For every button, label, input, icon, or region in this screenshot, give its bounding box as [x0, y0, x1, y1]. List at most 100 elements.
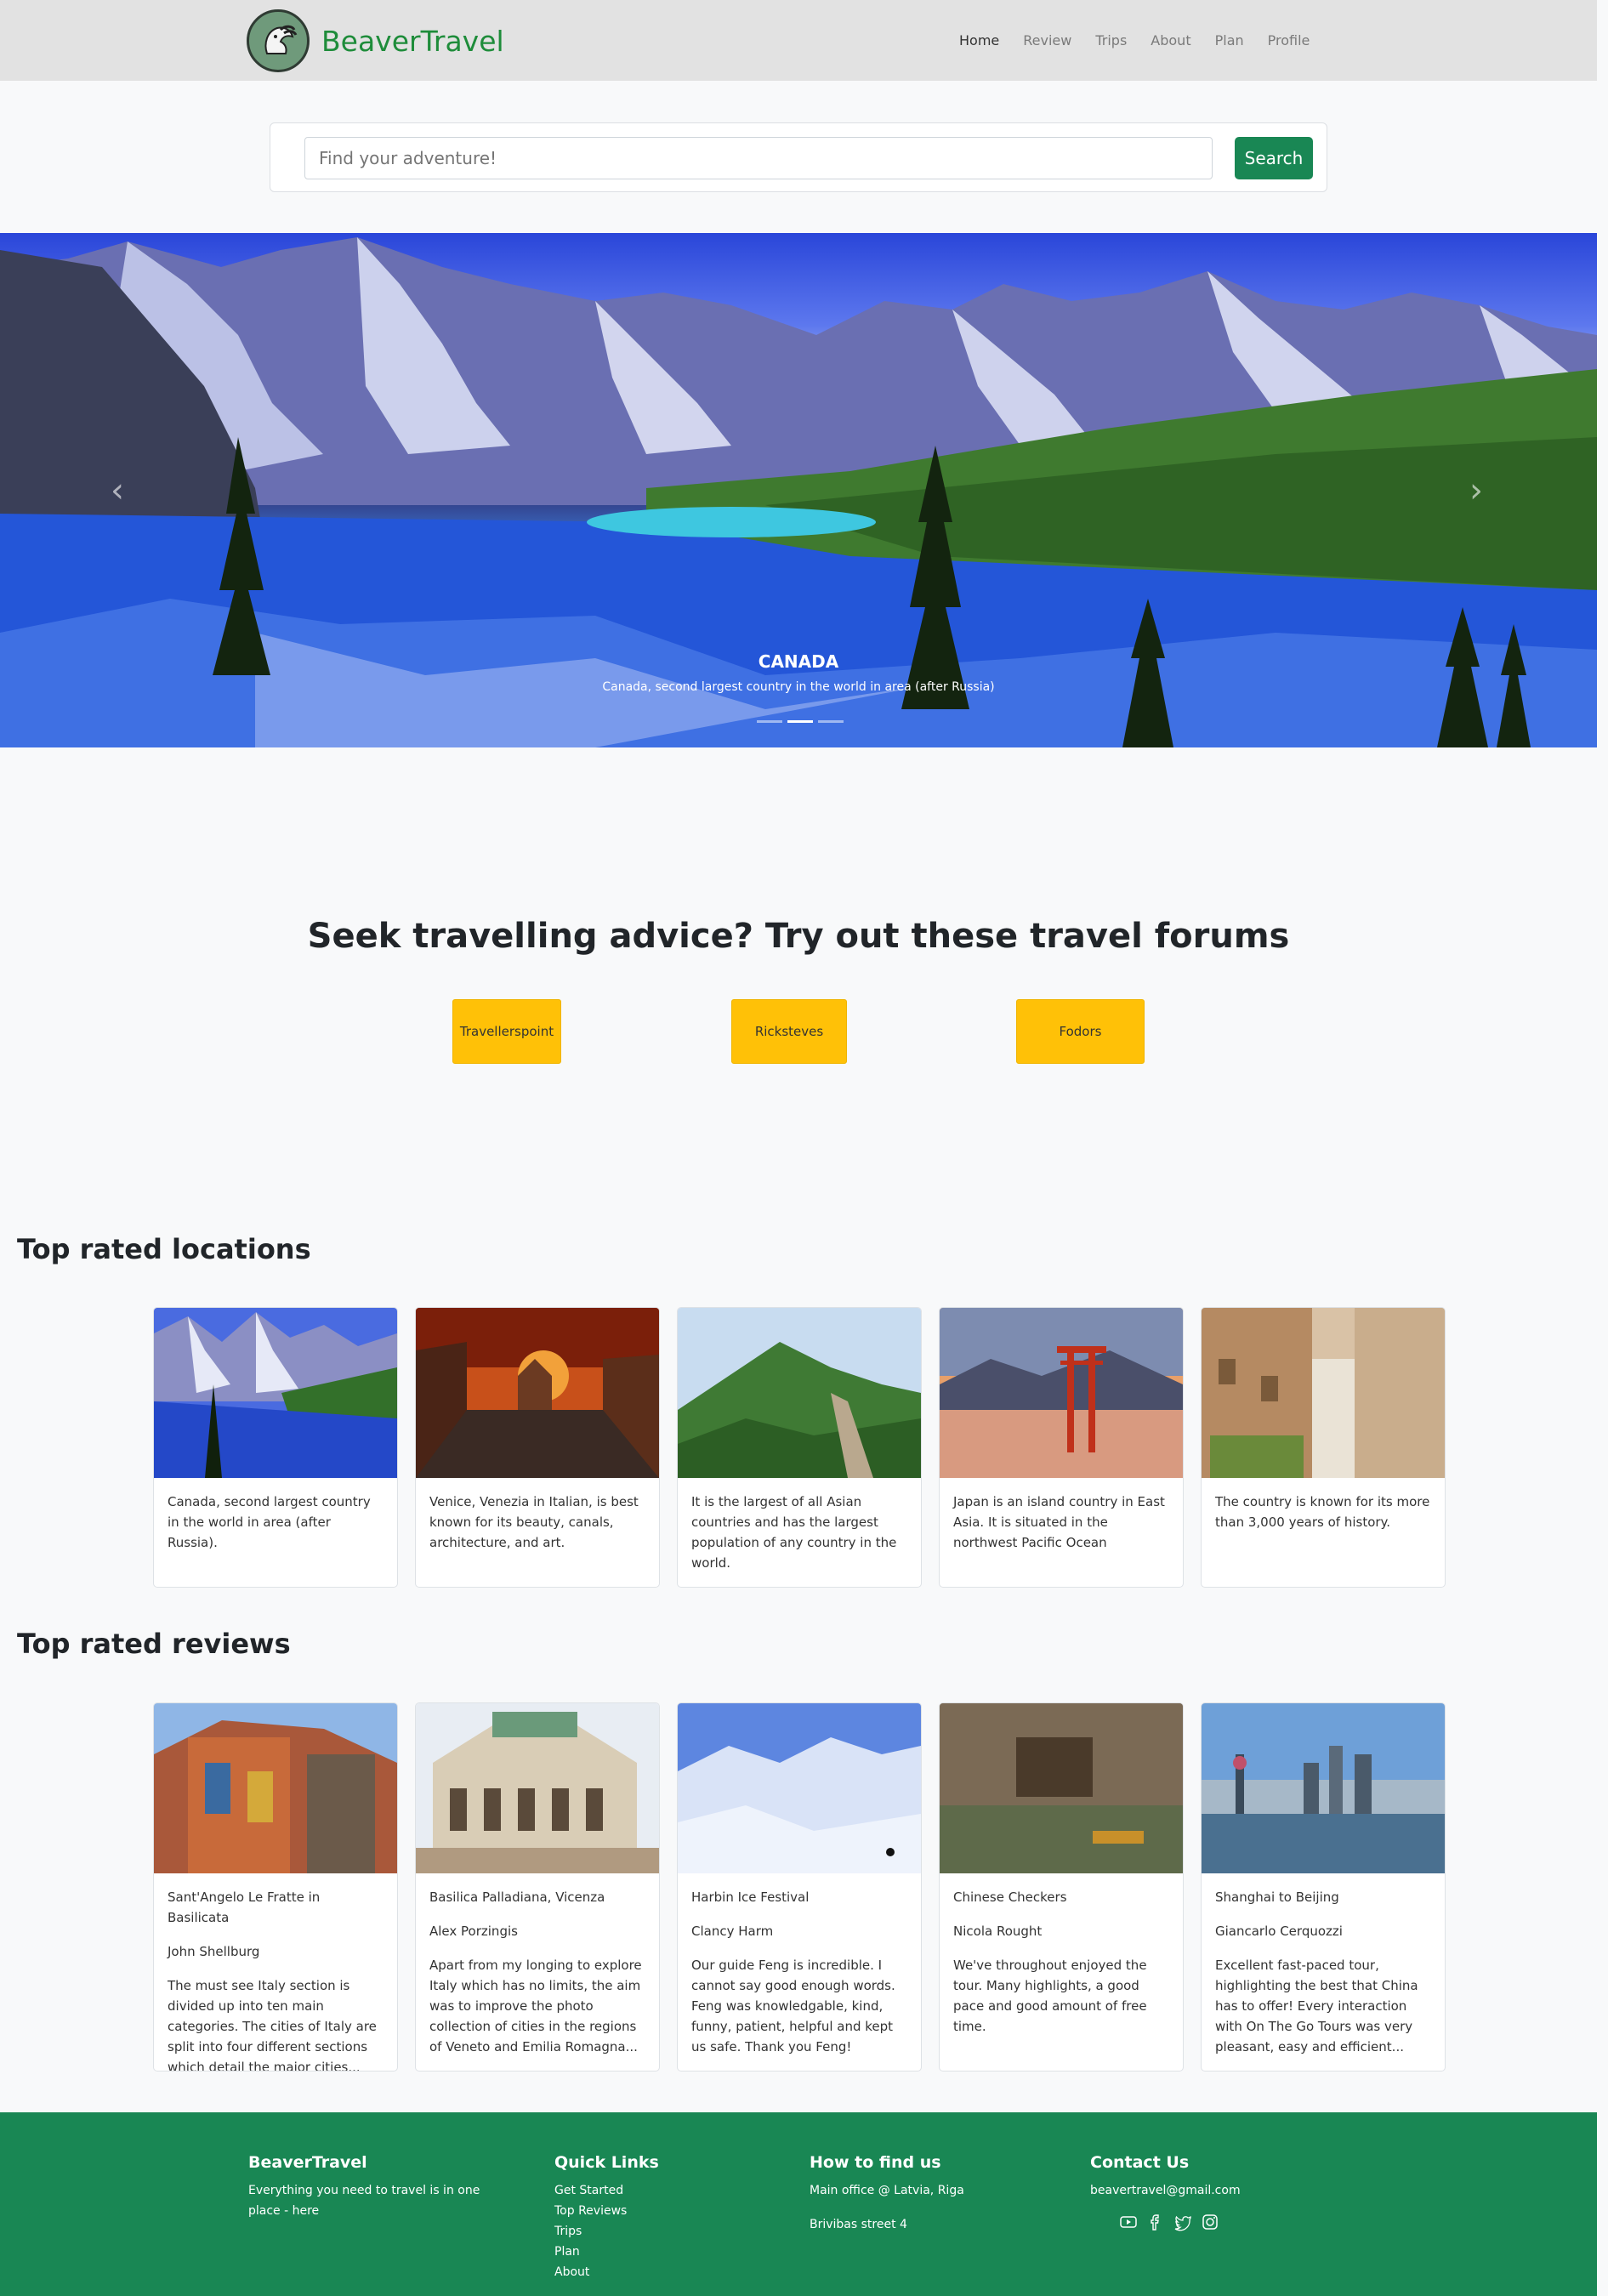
facebook-icon[interactable] [1146, 2213, 1165, 2231]
review-card[interactable]: Chinese Checkers Nicola Rought We've thr… [939, 1702, 1184, 2072]
nav-link-about[interactable]: About [1151, 32, 1190, 48]
chevron-left-icon[interactable]: ‹ [111, 471, 124, 510]
nav-link-review[interactable]: Review [1023, 32, 1071, 48]
footer-link-plan[interactable]: Plan [554, 2242, 724, 2262]
review-place: Basilica Palladiana, Vicenza [429, 1890, 605, 1905]
location-card-body: It is the largest of all Asian countries… [678, 1478, 921, 1587]
location-card[interactable]: The country is known for its more than 3… [1201, 1307, 1446, 1588]
review-card[interactable]: Harbin Ice Festival Clancy Harm Our guid… [677, 1702, 922, 2072]
footer-link-trips[interactable]: Trips [554, 2221, 724, 2242]
twitter-icon[interactable] [1173, 2213, 1192, 2231]
review-card-body: Sant'Angelo Le Fratte in Basilicata John… [154, 1873, 397, 2072]
search-button[interactable]: Search [1235, 137, 1313, 179]
location-card[interactable]: Canada, second largest country in the wo… [153, 1307, 398, 1588]
footer-quick-links: Quick Links Get Started Top Reviews Trip… [554, 2153, 724, 2282]
review-card[interactable]: Shanghai to Beijing Giancarlo Cerquozzi … [1201, 1702, 1446, 2072]
footer-address-line: Main office @ Latvia, Riga [810, 2184, 964, 2197]
review-place: Chinese Checkers [953, 1890, 1067, 1905]
footer: BeaverTravel Everything you need to trav… [0, 2112, 1597, 2296]
review-card-body: Chinese Checkers Nicola Rought We've thr… [940, 1873, 1183, 2050]
footer-quick-links-title: Quick Links [554, 2153, 659, 2172]
review-card[interactable]: Sant'Angelo Le Fratte in Basilicata John… [153, 1702, 398, 2072]
search-input[interactable] [304, 137, 1213, 179]
forums-heading: Seek travelling advice? Try out these tr… [307, 917, 1290, 956]
review-text: We've throughout enjoyed the tour. Many … [953, 1958, 1147, 2034]
review-author: Clancy Harm [691, 1924, 774, 1939]
review-image-basilicata [154, 1703, 397, 1873]
carousel-title: CANADA [758, 651, 839, 672]
nav-link-home[interactable]: Home [959, 32, 999, 48]
carousel-indicators [757, 720, 844, 723]
review-text: Apart from my longing to explore Italy w… [429, 1958, 642, 2054]
forum-button-ricksteves[interactable]: Ricksteves [731, 999, 847, 1064]
carousel-text: Canada, second largest country in the wo… [602, 680, 995, 694]
review-place: Sant'Angelo Le Fratte in Basilicata [168, 1890, 321, 1925]
review-text: Our guide Feng is incredible. I cannot s… [691, 1958, 895, 2054]
footer-link-top-reviews[interactable]: Top Reviews [554, 2201, 724, 2221]
location-card-body: Venice, Venezia in Italian, is best know… [416, 1478, 659, 1566]
location-description: The country is known for its more than 3… [1215, 1494, 1430, 1530]
instagram-icon[interactable] [1201, 2213, 1219, 2231]
footer-find-us-title: How to find us [810, 2153, 941, 2172]
hero-carousel[interactable]: ‹ › CANADA Canada, second largest countr… [0, 233, 1597, 747]
social-links [1119, 2213, 1311, 2231]
footer-link-about[interactable]: About [554, 2262, 724, 2282]
location-image-china [678, 1308, 921, 1478]
footer-find-us: How to find us Main office @ Latvia, Rig… [810, 2153, 1031, 2235]
location-card[interactable]: Japan is an island country in East Asia.… [939, 1307, 1184, 1588]
location-image-venice [416, 1308, 659, 1478]
review-card-body: Shanghai to Beijing Giancarlo Cerquozzi … [1202, 1873, 1445, 2071]
nav-link-trips[interactable]: Trips [1095, 32, 1127, 48]
footer-brand-column: BeaverTravel Everything you need to trav… [248, 2153, 503, 2221]
location-description: Japan is an island country in East Asia.… [953, 1494, 1165, 1550]
review-author: John Shellburg [168, 1944, 260, 1959]
location-description: Venice, Venezia in Italian, is best know… [429, 1494, 639, 1550]
review-place: Harbin Ice Festival [691, 1890, 810, 1905]
footer-contact: Contact Us beavertravel@gmail.com [1090, 2153, 1311, 2231]
nav-links: Home Review Trips About Plan Profile [959, 32, 1333, 48]
footer-brand-title: BeaverTravel [248, 2153, 367, 2172]
footer-link-get-started[interactable]: Get Started [554, 2180, 724, 2201]
footer-email[interactable]: beavertravel@gmail.com [1090, 2180, 1311, 2201]
locations-title: Top rated locations [17, 1233, 311, 1265]
location-image-italy [1202, 1308, 1445, 1478]
review-author: Alex Porzingis [429, 1924, 518, 1939]
location-description: It is the largest of all Asian countries… [691, 1494, 897, 1571]
review-place: Shanghai to Beijing [1215, 1890, 1339, 1905]
review-card[interactable]: Basilica Palladiana, Vicenza Alex Porzin… [415, 1702, 660, 2072]
review-image-shanghai [1202, 1703, 1445, 1873]
reviews-title: Top rated reviews [17, 1628, 291, 1660]
review-card-body: Harbin Ice Festival Clancy Harm Our guid… [678, 1873, 921, 2071]
forum-button-fodors[interactable]: Fodors [1016, 999, 1145, 1064]
review-image-harbin [678, 1703, 921, 1873]
location-description: Canada, second largest country in the wo… [168, 1494, 371, 1550]
navbar: BeaverTravel Home Review Trips About Pla… [0, 0, 1597, 81]
location-card-body: The country is known for its more than 3… [1202, 1478, 1445, 1546]
location-card[interactable]: It is the largest of all Asian countries… [677, 1307, 922, 1588]
review-text: Excellent fast-paced tour, highlighting … [1215, 1958, 1418, 2054]
nav-link-plan[interactable]: Plan [1215, 32, 1244, 48]
forum-button-travellerspoint[interactable]: Travellerspoint [452, 999, 561, 1064]
review-card-body: Basilica Palladiana, Vicenza Alex Porzin… [416, 1873, 659, 2071]
youtube-icon[interactable] [1119, 2213, 1138, 2231]
nav-link-profile[interactable]: Profile [1268, 32, 1310, 48]
carousel-indicator[interactable] [757, 720, 782, 723]
review-author: Giancarlo Cerquozzi [1215, 1924, 1343, 1939]
footer-address-line: Brivibas street 4 [810, 2218, 907, 2231]
footer-brand-text: Everything you need to travel is in one … [248, 2184, 480, 2218]
carousel-indicator[interactable] [818, 720, 844, 723]
location-image-canada [154, 1308, 397, 1478]
location-image-japan [940, 1308, 1183, 1478]
beaver-logo-icon [247, 9, 310, 72]
review-image-vicenza [416, 1703, 659, 1873]
review-text: The must see Italy section is divided up… [168, 1978, 377, 2072]
brand-name: BeaverTravel [321, 24, 504, 58]
review-author: Nicola Rought [953, 1924, 1043, 1939]
location-card[interactable]: Venice, Venezia in Italian, is best know… [415, 1307, 660, 1588]
review-image-chinese-checkers [940, 1703, 1183, 1873]
location-card-body: Japan is an island country in East Asia.… [940, 1478, 1183, 1566]
brand[interactable]: BeaverTravel [247, 9, 504, 72]
carousel-indicator[interactable] [787, 720, 813, 723]
chevron-right-icon[interactable]: › [1469, 471, 1483, 510]
footer-contact-title: Contact Us [1090, 2153, 1190, 2172]
